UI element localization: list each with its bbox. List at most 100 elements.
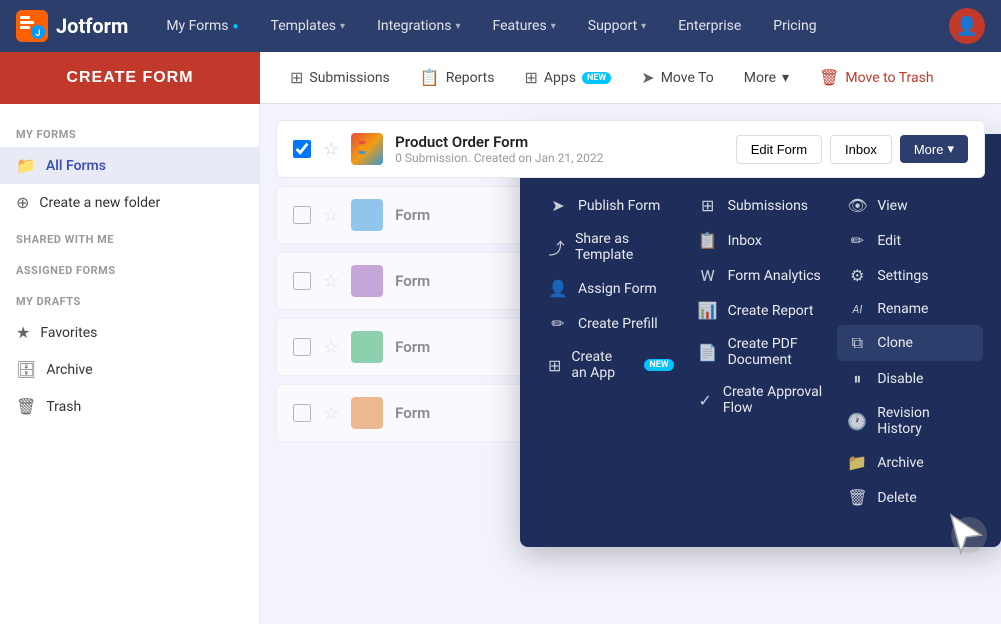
apps-icon: ⊞ bbox=[525, 68, 538, 87]
submissions-icon: ⊞ bbox=[290, 68, 303, 87]
nav-support[interactable]: Support ▾ bbox=[582, 14, 652, 38]
dropdown-submissions[interactable]: ⊞ Submissions bbox=[698, 188, 824, 223]
nav-enterprise[interactable]: Enterprise bbox=[672, 14, 747, 38]
more-chevron-icon: ▾ bbox=[782, 70, 789, 86]
share-icon: ⤴ bbox=[548, 235, 565, 259]
sidebar-drafts-label: MY DRAFTS bbox=[0, 283, 259, 314]
toolbar-apps-btn[interactable]: ⊞ Apps NEW bbox=[511, 58, 626, 98]
create-app-icon: ⊞ bbox=[548, 356, 561, 375]
dropdown-publish-col: PUBLISH ➤ Publish Form ⤴ Share as Templa… bbox=[548, 158, 674, 515]
dropdown-settings[interactable]: ⚙ Settings bbox=[847, 258, 973, 293]
avatar[interactable]: 👤 bbox=[949, 8, 985, 44]
history-icon: 🕐 bbox=[847, 412, 867, 431]
sidebar-shared-label: SHARED WITH ME bbox=[0, 221, 259, 252]
pdf-icon: 📄 bbox=[698, 343, 718, 362]
sidebar-my-forms-label: MY FORMS bbox=[0, 116, 259, 147]
form-title: Product Order Form bbox=[395, 133, 724, 151]
sidebar-item-trash[interactable]: 🗑 Trash bbox=[0, 388, 259, 425]
toolbar-more-btn[interactable]: More ▾ bbox=[730, 58, 803, 98]
form-row-checkbox[interactable] bbox=[293, 140, 311, 158]
edit-form-button[interactable]: Edit Form bbox=[736, 135, 822, 164]
form-row-icon-3 bbox=[351, 265, 383, 297]
form-row-star-5[interactable]: ☆ bbox=[323, 403, 339, 424]
approval-icon: ✓ bbox=[698, 391, 713, 410]
dropdown-clone[interactable]: ⧉ Clone bbox=[837, 325, 983, 361]
publish-icon: ➤ bbox=[548, 196, 568, 215]
sidebar-item-all-forms[interactable]: 📁 All Forms bbox=[0, 147, 259, 184]
dropdown-archive[interactable]: 📁 Archive bbox=[847, 445, 973, 480]
data-submissions-icon: ⊞ bbox=[698, 196, 718, 215]
dropdown-edit[interactable]: ✏ Edit bbox=[847, 223, 973, 258]
sidebar-assigned-label: ASSIGNED FORMS bbox=[0, 252, 259, 283]
dropdown-create-report[interactable]: 📊 Create Report bbox=[698, 293, 824, 328]
clone-icon: ⧉ bbox=[847, 333, 867, 353]
form-row-icon-2 bbox=[351, 199, 383, 231]
dropdown-rename[interactable]: AI Rename bbox=[847, 293, 973, 325]
toolbar-move-to-btn[interactable]: ➤ Move To bbox=[627, 58, 728, 98]
dropdown-inbox[interactable]: 📋 Inbox bbox=[698, 223, 824, 258]
dropdown-assign-form[interactable]: 👤 Assign Form bbox=[548, 271, 674, 306]
settings-icon: ⚙ bbox=[847, 266, 867, 285]
view-icon: 👁 bbox=[847, 196, 867, 215]
archive-dd-icon: 📁 bbox=[847, 453, 867, 472]
form-row-checkbox-2[interactable] bbox=[293, 206, 311, 224]
nav-pricing[interactable]: Pricing bbox=[767, 14, 822, 38]
nav-templates[interactable]: Templates ▾ bbox=[265, 14, 352, 38]
reports-icon: 📋 bbox=[420, 68, 440, 87]
dropdown-view[interactable]: 👁 View bbox=[847, 188, 973, 223]
form-row-star-3[interactable]: ☆ bbox=[323, 271, 339, 292]
form-row-checkbox-3[interactable] bbox=[293, 272, 311, 290]
trash-toolbar-icon: 🗑 bbox=[819, 68, 839, 87]
create-app-badge: NEW bbox=[644, 359, 673, 371]
nav-integrations[interactable]: Integrations ▾ bbox=[371, 14, 466, 38]
form-row-checkbox-4[interactable] bbox=[293, 338, 311, 356]
trash-icon: 🗑 bbox=[16, 397, 36, 416]
sidebar-item-archive[interactable]: 🗄 Archive bbox=[0, 351, 259, 388]
toolbar-submissions-btn[interactable]: ⊞ Submissions bbox=[276, 58, 404, 98]
dropdown-form-analytics[interactable]: W Form Analytics bbox=[698, 258, 824, 293]
form-row-star-4[interactable]: ☆ bbox=[323, 337, 339, 358]
dropdown-delete[interactable]: 🗑 Delete bbox=[847, 480, 973, 515]
archive-icon: 🗄 bbox=[16, 360, 36, 379]
form-row-icon-4 bbox=[351, 331, 383, 363]
prefill-icon: ✏ bbox=[548, 314, 568, 333]
create-form-button[interactable]: CREATE FORM bbox=[0, 52, 260, 104]
top-navigation: J Jotform My Forms ● Templates ▾ Integra… bbox=[0, 0, 1001, 52]
folder-icon: 📁 bbox=[16, 156, 36, 175]
dropdown-form-col: FORM 👁 View ✏ Edit ⚙ Settings bbox=[847, 158, 973, 515]
nav-features[interactable]: Features ▾ bbox=[487, 14, 562, 38]
logo[interactable]: J Jotform bbox=[16, 10, 128, 42]
sidebar-item-new-folder[interactable]: ⊕ Create a new folder bbox=[0, 184, 259, 221]
more-dropdown-menu: PUBLISH ➤ Publish Form ⤴ Share as Templa… bbox=[520, 134, 1001, 547]
toolbar-reports-btn[interactable]: 📋 Reports bbox=[406, 58, 509, 98]
sidebar: MY FORMS 📁 All Forms ⊕ Create a new fold… bbox=[0, 52, 260, 624]
dropdown-create-app[interactable]: ⊞ Create an App NEW bbox=[548, 341, 674, 389]
apps-new-badge: NEW bbox=[582, 72, 611, 84]
form-row-star-2[interactable]: ☆ bbox=[323, 205, 339, 226]
logo-text: Jotform bbox=[56, 14, 128, 38]
form-row-checkbox-5[interactable] bbox=[293, 404, 311, 422]
dropdown-disable[interactable]: ⏸ Disable bbox=[847, 361, 973, 397]
form-row-star[interactable]: ☆ bbox=[323, 139, 339, 160]
inbox-button[interactable]: Inbox bbox=[830, 135, 892, 164]
toolbar-move-trash-btn[interactable]: 🗑 Move to Trash bbox=[805, 58, 948, 98]
analytics-icon: W bbox=[698, 266, 718, 285]
more-btn-chevron: ▾ bbox=[947, 141, 954, 157]
form-row-product-order: ☆ Product Order Form 0 Submission. Creat… bbox=[276, 120, 985, 178]
more-button[interactable]: More ▾ bbox=[900, 135, 968, 163]
nav-my-forms[interactable]: My Forms ● bbox=[160, 14, 244, 38]
inbox-icon: 📋 bbox=[698, 231, 718, 250]
disable-icon: ⏸ bbox=[847, 369, 867, 389]
dropdown-create-prefill[interactable]: ✏ Create Prefill bbox=[548, 306, 674, 341]
star-icon: ★ bbox=[16, 323, 30, 342]
dropdown-share-template[interactable]: ⤴ Share as Template bbox=[548, 223, 674, 271]
dropdown-publish-form[interactable]: ➤ Publish Form bbox=[548, 188, 674, 223]
assign-icon: 👤 bbox=[548, 279, 568, 298]
toolbar: ⊞ Submissions 📋 Reports ⊞ Apps NEW ➤ Mov… bbox=[260, 52, 1001, 104]
sidebar-item-favorites[interactable]: ★ Favorites bbox=[0, 314, 259, 351]
dropdown-approval-flow[interactable]: ✓ Create Approval Flow bbox=[698, 376, 824, 424]
dropdown-revision-history[interactable]: 🕐 Revision History bbox=[847, 397, 973, 445]
move-to-icon: ➤ bbox=[641, 68, 654, 87]
form-info: Product Order Form 0 Submission. Created… bbox=[395, 133, 724, 165]
dropdown-create-pdf[interactable]: 📄 Create PDF Document bbox=[698, 328, 824, 376]
